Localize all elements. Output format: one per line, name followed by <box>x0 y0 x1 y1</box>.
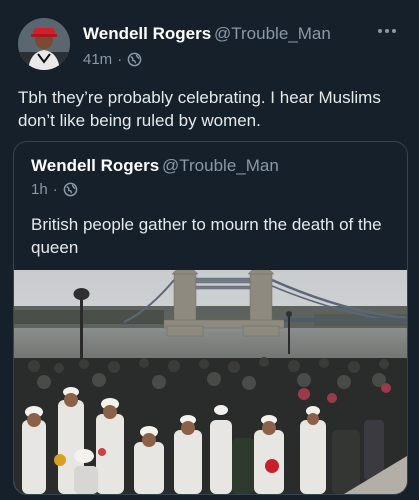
quoted-tweet[interactable]: Wendell Rogers @Trouble_Man 1h · British… <box>13 141 408 495</box>
avatar-image <box>18 18 70 70</box>
quoted-tweet-text: British people gather to mourn the death… <box>31 215 382 257</box>
quoted-tweet-photo[interactable] <box>14 270 407 494</box>
separator-dot: · <box>117 51 123 68</box>
quoted-author-handle[interactable]: @Trouble_Man <box>162 156 279 176</box>
quoted-tweet-meta: 1h · <box>31 181 78 198</box>
quoted-timestamp[interactable]: 1h <box>31 181 48 198</box>
globe-icon <box>127 52 142 67</box>
timestamp[interactable]: 41m <box>83 51 112 68</box>
tweet-meta: 41m · <box>83 51 142 68</box>
author-name[interactable]: Wendell Rogers <box>83 24 211 44</box>
more-options-icon[interactable] <box>378 24 400 38</box>
avatar[interactable] <box>18 18 70 70</box>
author-handle[interactable]: @Trouble_Man <box>214 24 331 44</box>
quoted-author-name[interactable]: Wendell Rogers <box>31 156 159 176</box>
crowd-photo <box>14 270 407 494</box>
globe-icon <box>63 182 78 197</box>
separator-dot: · <box>52 181 58 198</box>
tweet-header: Wendell Rogers @Trouble_Man 41m · <box>0 0 419 80</box>
tweet-text: Tbh they’re probably celebrating. I hear… <box>18 88 381 130</box>
